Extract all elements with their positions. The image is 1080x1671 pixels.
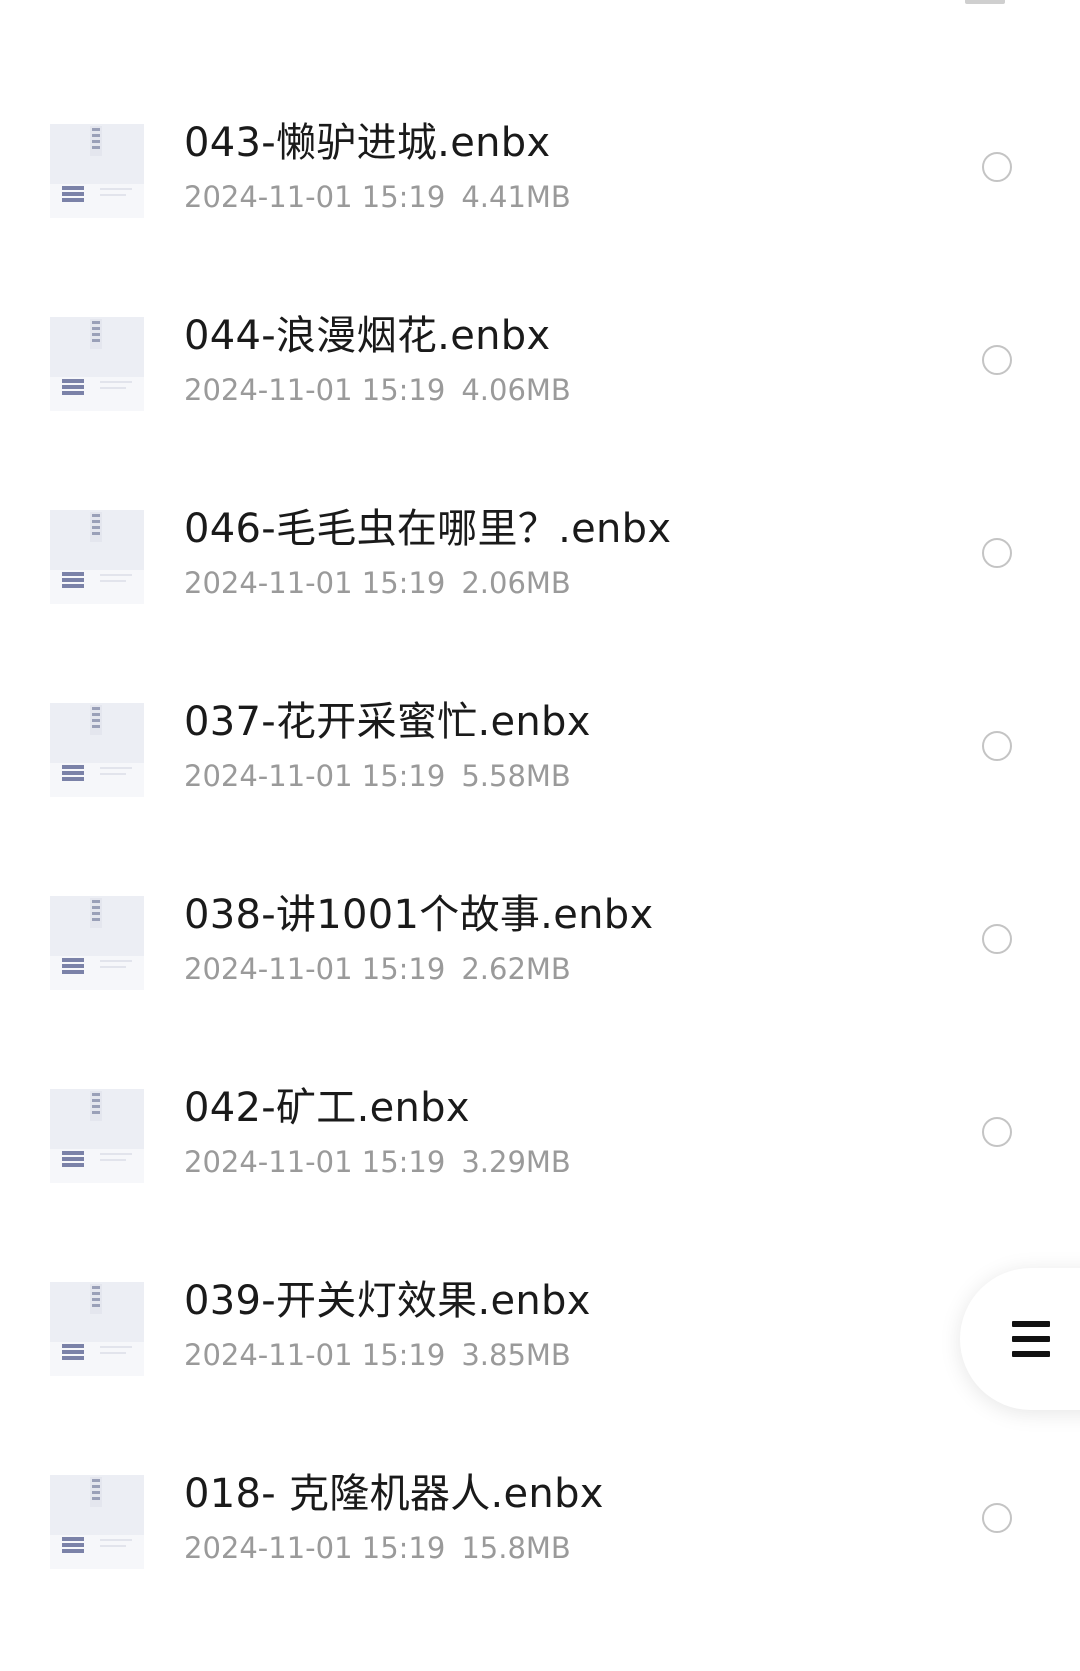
menu-icon — [1012, 1321, 1050, 1357]
file-name: 039-开关灯效果.enbx — [184, 1278, 591, 1324]
file-list: 043-懒驴进城.enbx 2024-11-01 15:194.41MB 04 — [0, 0, 1080, 1610]
file-size: 2.06MB — [461, 566, 571, 600]
file-size: 3.85MB — [461, 1338, 571, 1372]
file-meta: 2024-11-01 15:19 2.62MB — [184, 951, 571, 987]
file-size: 3.29MB — [461, 1145, 571, 1179]
file-size: 2.62MB — [461, 952, 571, 986]
file-date: 2024-11-01 15:19 — [184, 180, 446, 214]
file-date: 2024-11-01 15:19 — [184, 373, 446, 407]
file-name: 044-浪漫烟花.enbx — [184, 313, 551, 359]
file-name: 018- 克隆机器人.enbx — [184, 1471, 604, 1517]
radio-unchecked-icon[interactable] — [982, 731, 1012, 761]
list-item[interactable]: 038-讲1001个故事.enbx 2024-11-01 15:19 2.62MB — [0, 892, 1080, 1092]
radio-unchecked-icon[interactable] — [982, 152, 1012, 182]
file-name: 043-懒驴进城.enbx — [184, 120, 551, 166]
radio-unchecked-icon[interactable] — [982, 1117, 1012, 1147]
file-date: 2024-11-01 15:19 — [184, 952, 446, 986]
zip-archive-icon — [50, 701, 146, 799]
zip-archive-icon — [50, 1280, 146, 1378]
radio-unchecked-icon[interactable] — [982, 924, 1012, 954]
radio-unchecked-icon[interactable] — [982, 538, 1012, 568]
file-size: 4.06MB — [461, 373, 571, 407]
file-date: 2024-11-01 15:19 — [184, 1145, 446, 1179]
file-name: 042-矿工.enbx — [184, 1085, 470, 1131]
zip-archive-icon — [50, 894, 146, 992]
file-size: 15.8MB — [461, 1531, 571, 1565]
list-item[interactable]: 039-开关灯效果.enbx 2024-11-01 15:19 3.85MB — [0, 1278, 1080, 1478]
file-date: 2024-11-01 15:19 — [184, 566, 446, 600]
file-date: 2024-11-01 15:19 — [184, 759, 446, 793]
zip-archive-icon — [50, 315, 146, 413]
zip-archive-icon — [50, 508, 146, 606]
zip-archive-icon — [50, 122, 146, 220]
file-date: 2024-11-01 15:19 — [184, 1531, 446, 1565]
list-item[interactable]: 018- 克隆机器人.enbx 2024-11-01 15:19 15.8MB — [0, 1471, 1080, 1671]
list-item[interactable]: 044-浪漫烟花.enbx 2024-11-01 15:19 4.06MB — [0, 313, 1080, 513]
file-meta: 2024-11-01 15:19 4.41MB — [184, 179, 571, 215]
radio-unchecked-icon[interactable] — [982, 1503, 1012, 1533]
file-name: 037-花开采蜜忙.enbx — [184, 699, 591, 745]
file-meta: 2024-11-01 15:19 3.29MB — [184, 1144, 571, 1180]
list-item[interactable]: 037-花开采蜜忙.enbx 2024-11-01 15:19 5.58MB — [0, 699, 1080, 899]
file-meta: 2024-11-01 15:19 5.58MB — [184, 758, 571, 794]
radio-unchecked-icon[interactable] — [982, 345, 1012, 375]
zip-archive-icon — [50, 1087, 146, 1185]
file-name: 046-毛毛虫在哪里？.enbx — [184, 506, 672, 552]
zip-archive-icon — [50, 1473, 146, 1571]
list-item[interactable]: 043-懒驴进城.enbx 2024-11-01 15:19 4.41MB — [0, 120, 1080, 320]
file-meta: 2024-11-01 15:19 15.8MB — [184, 1530, 571, 1566]
file-meta: 2024-11-01 15:19 4.06MB — [184, 372, 571, 408]
file-size: 4.41MB — [461, 180, 571, 214]
file-meta: 2024-11-01 15:19 3.85MB — [184, 1337, 571, 1373]
file-size: 5.58MB — [461, 759, 571, 793]
file-name: 038-讲1001个故事.enbx — [184, 892, 654, 938]
file-meta: 2024-11-01 15:19 2.06MB — [184, 565, 571, 601]
list-item[interactable]: 042-矿工.enbx 2024-11-01 15:19 3.29MB — [0, 1085, 1080, 1285]
list-item[interactable]: 046-毛毛虫在哪里？.enbx 2024-11-01 15:19 2.06MB — [0, 506, 1080, 706]
file-date: 2024-11-01 15:19 — [184, 1338, 446, 1372]
